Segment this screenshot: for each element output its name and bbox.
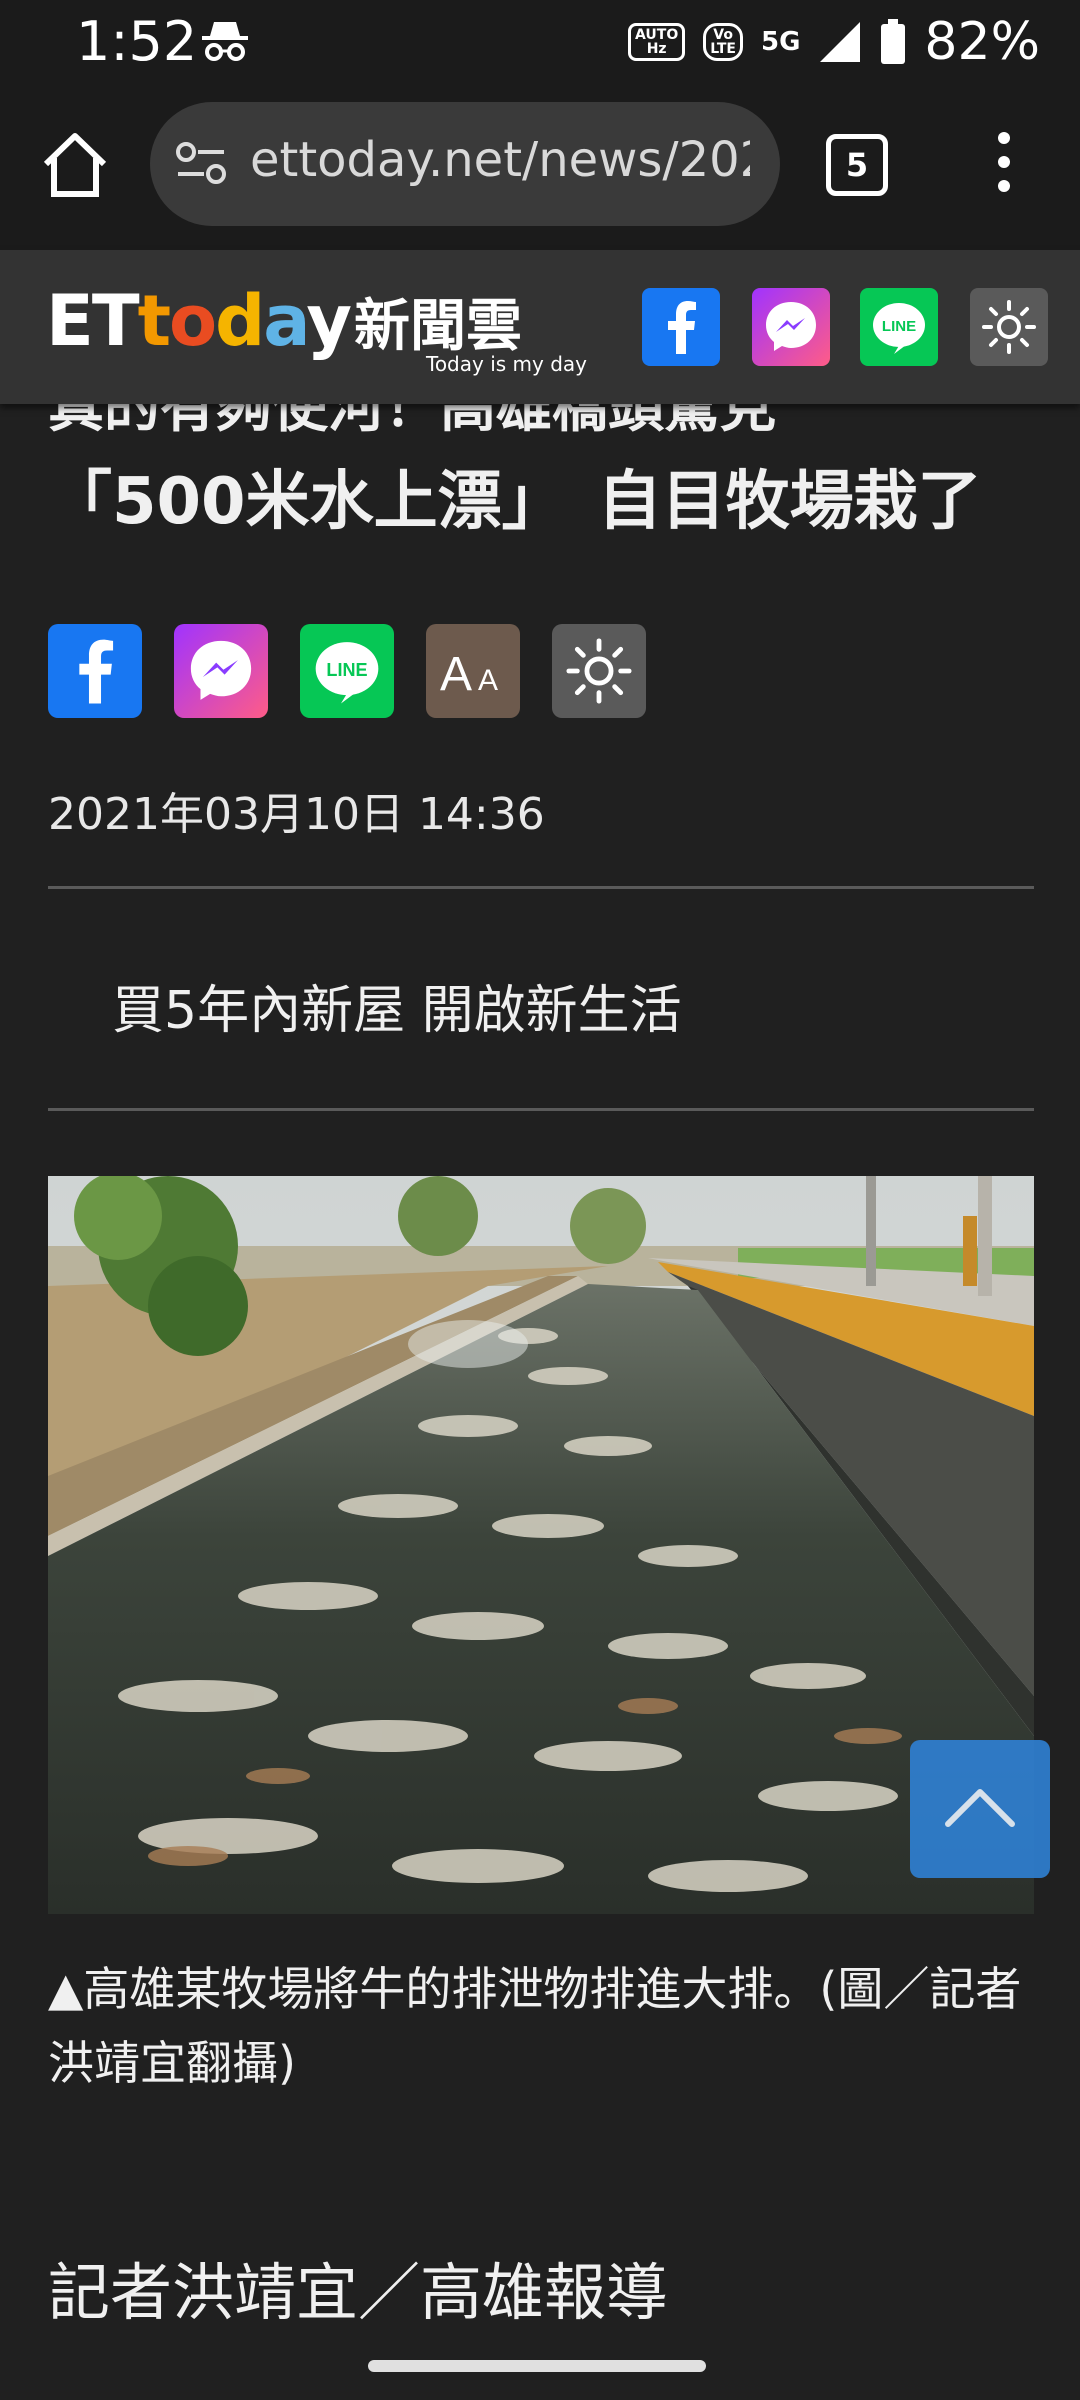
url-bar[interactable]: ettoday.net/news/202 <box>150 102 780 226</box>
ettoday-logo[interactable]: ETtoday新聞雲 Today is my day <box>46 286 587 376</box>
overflow-menu-icon[interactable] <box>990 132 1018 198</box>
svg-text:A: A <box>478 664 498 697</box>
clock: 1:52 <box>76 10 198 73</box>
brightness-icon <box>982 300 1036 354</box>
gesture-nav-handle[interactable] <box>368 2360 706 2372</box>
ad-link[interactable]: 買5年內新屋 開啟新生活 <box>112 968 682 1043</box>
site-settings-icon[interactable] <box>174 136 228 190</box>
divider <box>48 886 1034 889</box>
brightness-button[interactable] <box>552 624 646 718</box>
site-header: ETtoday新聞雲 Today is my day LINE <box>0 250 1080 404</box>
battery-percentage: 82% <box>924 12 1040 72</box>
messenger-icon <box>766 302 816 351</box>
logo-tagline: Today is my day <box>426 352 587 376</box>
facebook-icon <box>668 301 696 354</box>
facebook-icon <box>79 639 114 704</box>
svg-text:LINE: LINE <box>326 660 367 680</box>
font-size-icon: A A <box>440 648 498 701</box>
header-line-button[interactable]: LINE <box>860 288 938 366</box>
share-line-button[interactable]: LINE <box>300 624 394 718</box>
share-messenger-button[interactable] <box>174 624 268 718</box>
volte-icon: Vo LTE <box>703 23 743 61</box>
auto-hz-icon: AUTO Hz <box>628 23 686 61</box>
battery-icon <box>881 19 906 64</box>
publish-date: 2021年03月10日 14:36 <box>48 789 545 840</box>
font-size-button[interactable]: A A <box>426 624 520 718</box>
byline: 記者洪靖宜／高雄報導 <box>48 2256 669 2329</box>
url-text[interactable]: ettoday.net/news/202 <box>250 132 750 188</box>
brightness-icon <box>566 638 632 704</box>
photo-caption: ▲高雄某牧場將牛的排泄物排進大排。(圖／記者洪靖宜翻攝) <box>48 1962 1022 2090</box>
share-toolbar: LINE A A <box>48 624 646 718</box>
chevron-up-icon <box>945 1789 1015 1827</box>
signal-icon <box>820 22 861 62</box>
article-photo[interactable] <box>48 1176 1034 1914</box>
svg-text:A: A <box>440 648 472 701</box>
header-messenger-button[interactable] <box>752 288 830 366</box>
home-icon[interactable] <box>38 128 112 202</box>
incognito-icon <box>202 22 248 61</box>
logo-cn: 新聞雲 <box>353 294 522 359</box>
article-title-line2: 「500米水上漂」 自目牧場栽了 <box>48 465 982 539</box>
header-brightness-button[interactable] <box>970 288 1048 366</box>
divider <box>48 1108 1034 1111</box>
browser-toolbar: ettoday.net/news/202 5 <box>0 88 1080 250</box>
line-icon: LINE <box>315 642 379 704</box>
5g-icon: 5G <box>760 27 801 57</box>
status-bar: 1:52 AUTO Hz Vo LTE 5G 82% <box>0 0 1080 88</box>
messenger-icon <box>190 640 252 700</box>
logo-et: ET <box>46 280 140 362</box>
line-icon: LINE <box>873 303 925 354</box>
svg-text:LINE: LINE <box>882 318 916 335</box>
share-facebook-button[interactable] <box>48 624 142 718</box>
header-facebook-button[interactable] <box>642 288 720 366</box>
tab-switcher-button[interactable]: 5 <box>826 134 888 196</box>
scroll-to-top-button[interactable] <box>910 1740 1050 1878</box>
